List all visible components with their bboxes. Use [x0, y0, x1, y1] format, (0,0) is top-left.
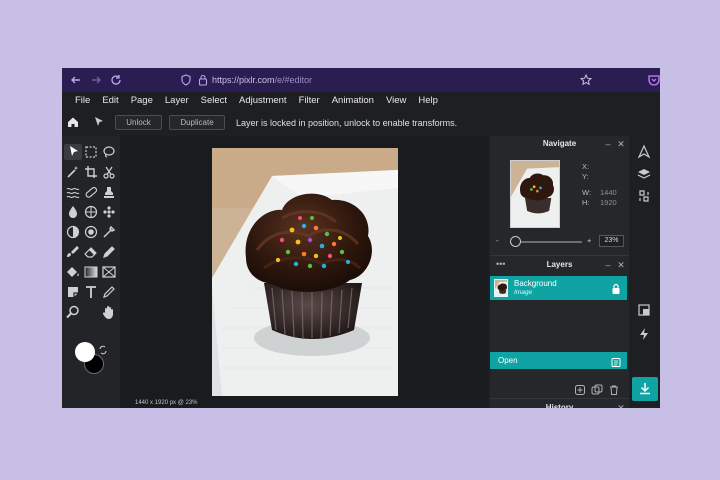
- heal-bandage-icon[interactable]: [82, 184, 100, 200]
- history-open-icon: [611, 355, 621, 367]
- layer-lock-icon[interactable]: [611, 282, 621, 294]
- hand-icon[interactable]: [100, 304, 118, 320]
- actions-lightning-icon[interactable]: [636, 326, 652, 342]
- history-collapse-icon[interactable]: –: [603, 400, 613, 408]
- menu-file[interactable]: File: [75, 92, 90, 110]
- canvas-status: 1440 x 1920 px @ 23%: [120, 398, 210, 408]
- lock-icon[interactable]: [197, 72, 209, 88]
- clone-stamp-icon[interactable]: [100, 184, 118, 200]
- panel-divider: [490, 398, 629, 399]
- layers-close-icon[interactable]: ✕: [616, 257, 626, 273]
- lasso-select-icon[interactable]: [100, 144, 118, 160]
- menu-help[interactable]: Help: [418, 92, 438, 110]
- width-value: 1440: [600, 188, 617, 197]
- pencil-icon[interactable]: [100, 244, 118, 260]
- shape-icon[interactable]: [100, 264, 118, 280]
- cupcake-photo[interactable]: [212, 148, 398, 396]
- zoom-slider-handle[interactable]: [510, 236, 521, 247]
- menu-bar: File Edit Page Layer Select Adjustment F…: [62, 92, 660, 110]
- layer-thumbnail: [494, 279, 508, 297]
- download-icon: [640, 383, 650, 395]
- cutout-scissors-icon[interactable]: [100, 164, 118, 180]
- sponge-icon[interactable]: [82, 204, 100, 220]
- navigate-collapse-icon[interactable]: –: [603, 136, 613, 152]
- gradient-icon[interactable]: [82, 264, 100, 280]
- height-value: 1920: [600, 198, 617, 207]
- home-icon[interactable]: [66, 115, 80, 129]
- sticker-icon[interactable]: [64, 284, 82, 300]
- menu-layer[interactable]: Layer: [165, 92, 189, 110]
- navigate-thumbnail[interactable]: [510, 160, 560, 228]
- delete-layer-icon[interactable]: [608, 383, 620, 395]
- url-host: https://pixlr.com: [212, 75, 275, 85]
- url-field[interactable]: https://pixlr.com/e/#editor: [212, 73, 312, 87]
- history-item-label: Open: [498, 356, 518, 365]
- navigate-close-icon[interactable]: ✕: [616, 136, 626, 152]
- zoom-icon[interactable]: [64, 304, 82, 320]
- canvas-area[interactable]: 1440 x 1920 px @ 23%: [120, 136, 488, 408]
- zoom-out-button[interactable]: -: [496, 236, 499, 246]
- menu-edit[interactable]: Edit: [102, 92, 118, 110]
- swap-colors-icon[interactable]: [98, 342, 108, 355]
- navigate-panel-icon[interactable]: [636, 144, 652, 160]
- marquee-select-icon[interactable]: [82, 144, 100, 160]
- menu-view[interactable]: View: [386, 92, 406, 110]
- reload-icon[interactable]: [108, 72, 124, 88]
- duplicate-layer-icon[interactable]: [591, 383, 603, 395]
- x-label: X:: [582, 162, 590, 171]
- menu-filter[interactable]: Filter: [299, 92, 320, 110]
- draw-pen-icon[interactable]: [100, 284, 118, 300]
- back-arrow-icon[interactable]: [68, 72, 84, 88]
- quick-select-icon[interactable]: [64, 164, 82, 180]
- liquify-icon[interactable]: [64, 184, 82, 200]
- app-window: https://pixlr.com/e/#editor File Edit Pa…: [62, 68, 660, 408]
- height-label: H:: [582, 198, 590, 207]
- lock-message: Layer is locked in position, unlock to e…: [236, 118, 458, 128]
- menu-select[interactable]: Select: [201, 92, 227, 110]
- zoom-in-button[interactable]: +: [587, 236, 591, 246]
- fill-bucket-icon[interactable]: [64, 264, 82, 280]
- tools-panel: [62, 136, 120, 408]
- options-bar: Unlock Duplicate Layer is locked in posi…: [62, 110, 660, 136]
- duplicate-button[interactable]: Duplicate: [169, 115, 225, 130]
- pocket-icon[interactable]: [646, 72, 660, 88]
- arrange-tool-icon[interactable]: [92, 115, 106, 129]
- save-download-button[interactable]: [632, 377, 658, 401]
- pattern-icon[interactable]: [100, 204, 118, 220]
- arrange-tool-icon[interactable]: [64, 144, 82, 160]
- zoom-input[interactable]: 23%: [599, 235, 624, 247]
- foreground-color-swatch[interactable]: [75, 342, 95, 362]
- layers-collapse-icon[interactable]: –: [603, 257, 613, 273]
- add-layer-icon[interactable]: [574, 383, 586, 395]
- color-picker-icon[interactable]: [100, 224, 118, 240]
- menu-adjustment[interactable]: Adjustment: [239, 92, 287, 110]
- panel-divider: [490, 255, 629, 256]
- layer-row-background[interactable]: Background Image: [490, 276, 627, 300]
- eraser-icon[interactable]: [82, 244, 100, 260]
- expand-panel-icon[interactable]: [636, 302, 652, 318]
- layer-type: Image: [514, 289, 533, 296]
- blur-drop-icon[interactable]: [64, 204, 82, 220]
- unlock-button[interactable]: Unlock: [115, 115, 162, 130]
- browser-toolbar: https://pixlr.com/e/#editor: [62, 68, 660, 92]
- y-label: Y:: [582, 172, 589, 181]
- layers-panel-icon[interactable]: [636, 166, 652, 182]
- star-icon[interactable]: [578, 72, 594, 88]
- dodge-burn-icon[interactable]: [64, 224, 82, 240]
- adjust-panel-icon[interactable]: [636, 188, 652, 204]
- history-close-icon[interactable]: ✕: [616, 400, 626, 408]
- brush-icon[interactable]: [64, 244, 82, 260]
- url-path: /e/#editor: [274, 75, 313, 85]
- text-tool-icon[interactable]: [82, 284, 100, 300]
- color-replace-icon[interactable]: [82, 224, 100, 240]
- menu-animation[interactable]: Animation: [332, 92, 374, 110]
- width-label: W:: [582, 188, 592, 197]
- forward-arrow-icon[interactable]: [88, 72, 104, 88]
- history-item-open[interactable]: Open: [490, 352, 627, 369]
- shield-icon[interactable]: [180, 72, 194, 88]
- crop-icon[interactable]: [82, 164, 100, 180]
- right-rail: [629, 136, 660, 408]
- menu-page[interactable]: Page: [131, 92, 153, 110]
